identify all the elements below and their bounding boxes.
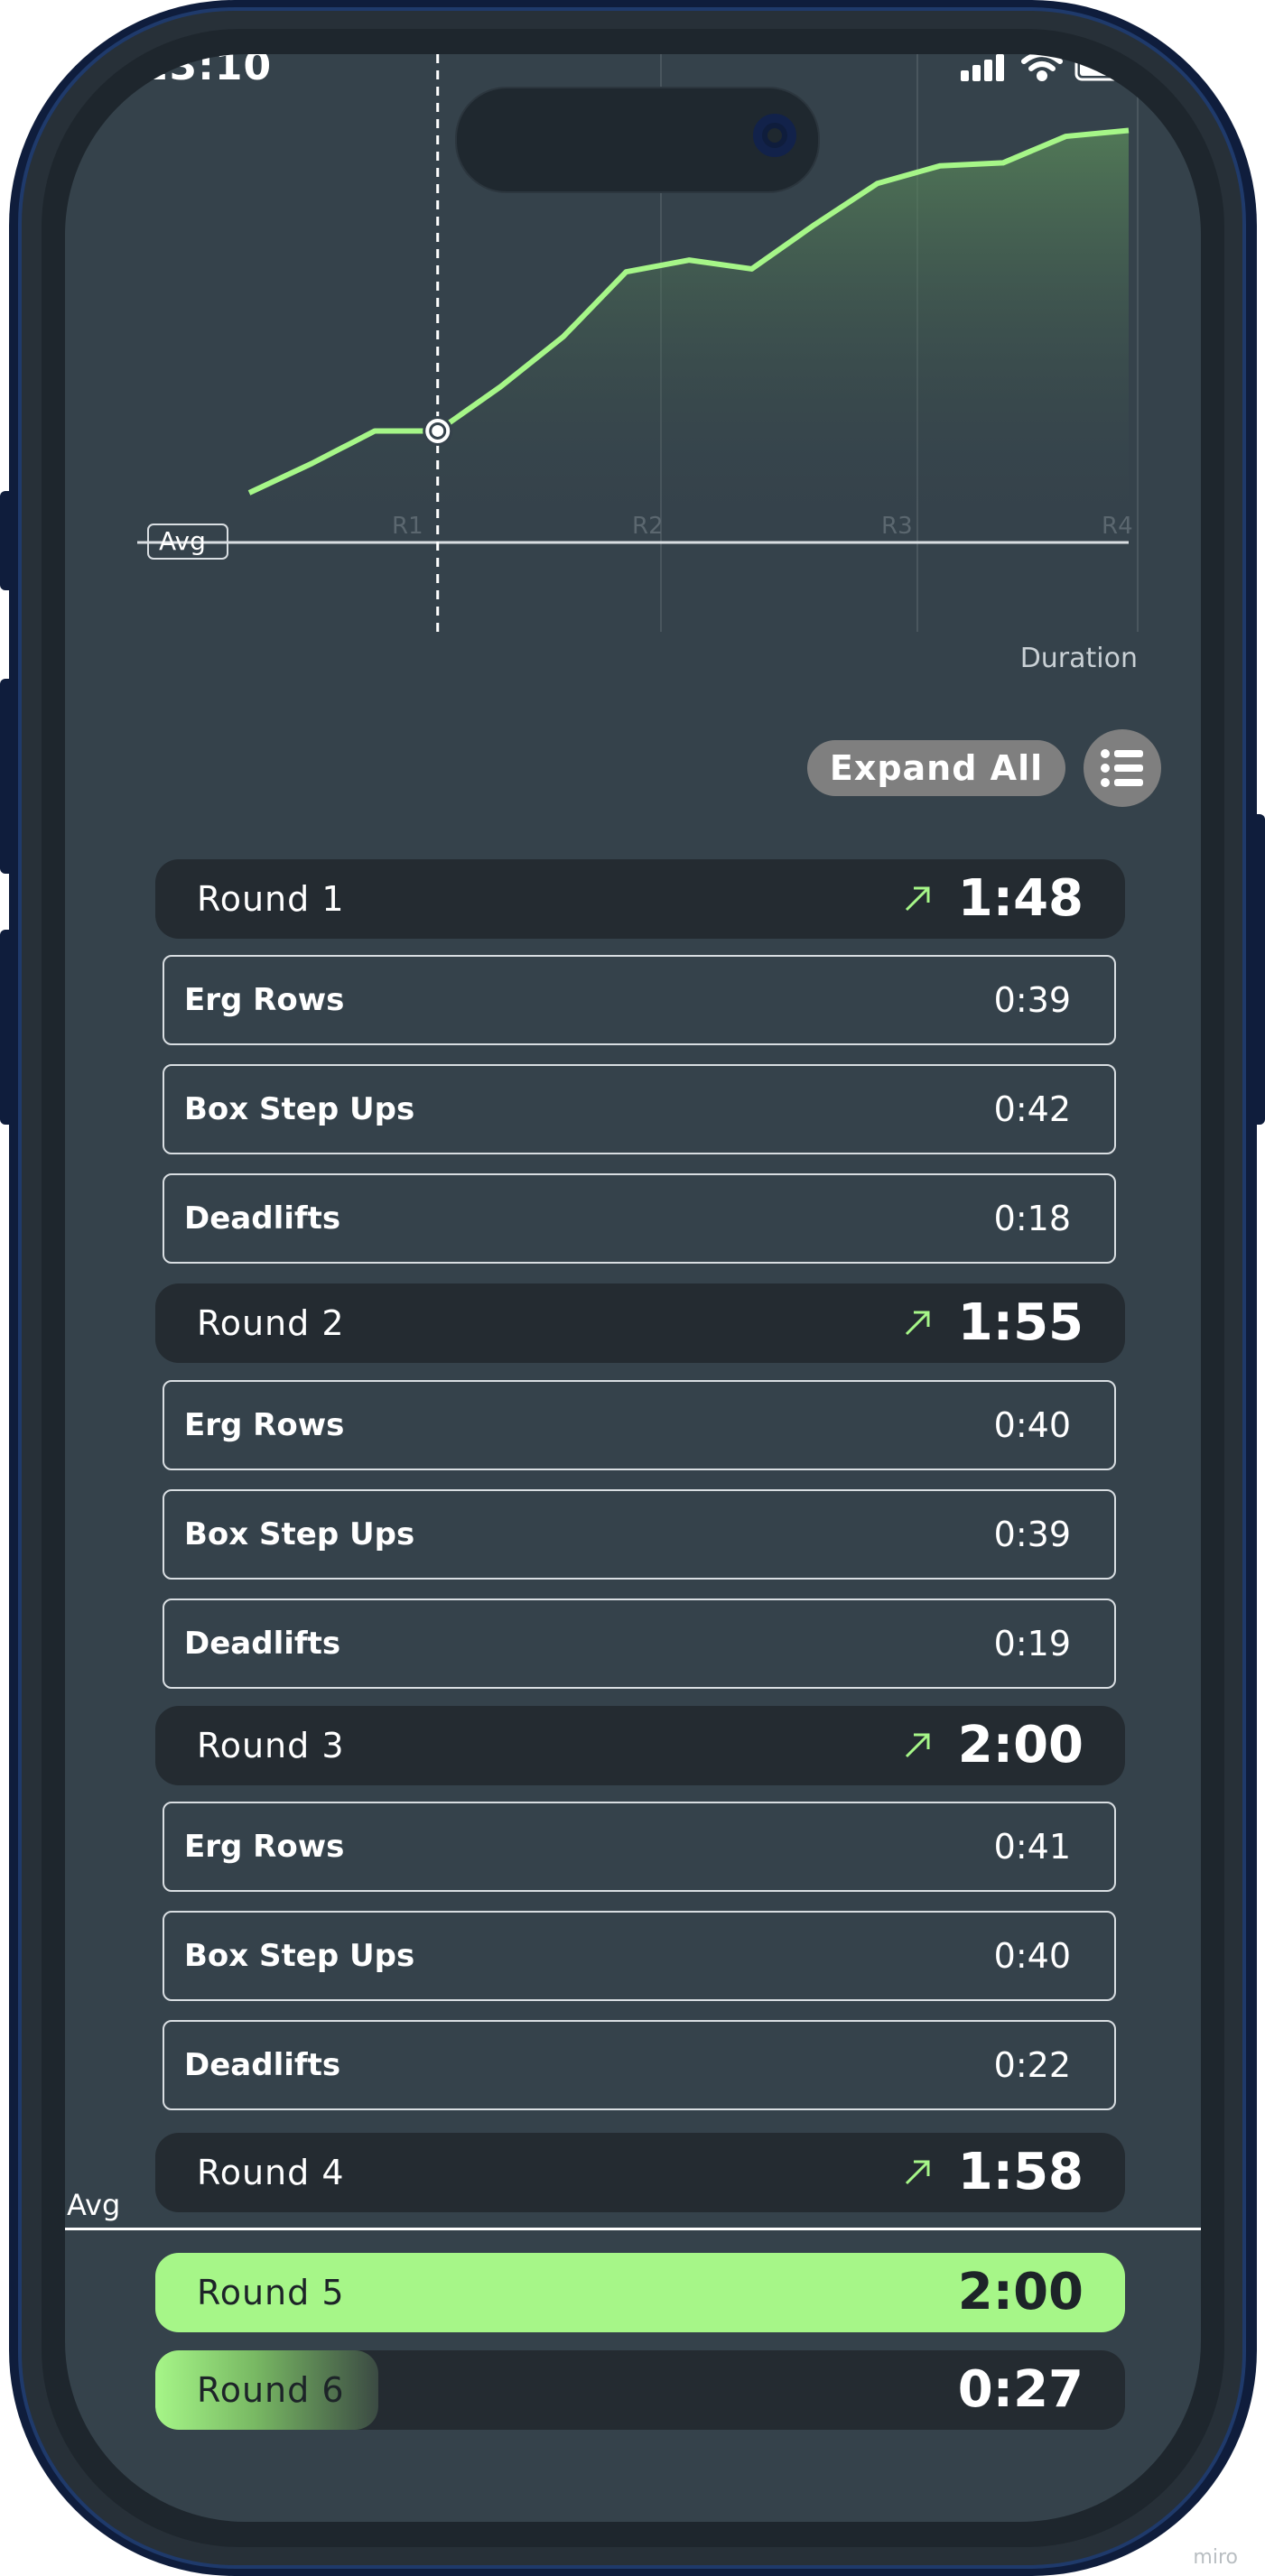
- x-tick-label: R4: [1102, 513, 1133, 540]
- round-time: 0:27: [957, 2360, 1084, 2419]
- exercise-time: 0:19: [993, 1624, 1071, 1663]
- round-4-header[interactable]: Round 4 1:58: [155, 2133, 1125, 2212]
- round-1-header[interactable]: Round 1 1:48: [155, 859, 1125, 939]
- exercise-time: 0:22: [993, 2045, 1071, 2085]
- exercise-name: Erg Rows: [184, 982, 345, 1018]
- round-label: Round 5: [197, 2273, 345, 2312]
- exercise-name: Box Step Ups: [184, 1516, 415, 1552]
- trend-up-arrow-icon: [905, 2160, 930, 2185]
- round-label: Round 6: [197, 2370, 345, 2410]
- exercise-name: Deadlifts: [184, 1626, 341, 1662]
- round-5-header[interactable]: Round 5 2:00: [155, 2253, 1125, 2332]
- status-icons: [961, 54, 1130, 81]
- round-time: 1:48: [957, 869, 1084, 928]
- app-screen: R1 R2 R3 R4 Avg 23:10 Duration Expand All: [65, 54, 1201, 2522]
- exercise-name: Box Step Ups: [184, 1938, 415, 1974]
- exercise-time: 0:39: [993, 980, 1071, 1020]
- status-time: 23:10: [141, 54, 273, 89]
- x-axis-label: Duration: [1019, 643, 1138, 674]
- exercise-row[interactable]: Erg Rows 0:41: [163, 1802, 1116, 1892]
- list-view-button[interactable]: [1084, 729, 1161, 807]
- front-camera: [753, 114, 796, 157]
- x-tick-label: R2: [632, 513, 664, 540]
- cellular-signal-icon: [961, 54, 1004, 81]
- exercise-time: 0:39: [993, 1515, 1071, 1554]
- exercise-name: Erg Rows: [184, 1407, 345, 1443]
- wifi-icon: [1021, 54, 1063, 81]
- exercise-name: Deadlifts: [184, 2047, 341, 2083]
- exercise-name: Box Step Ups: [184, 1091, 415, 1127]
- exercise-row[interactable]: Deadlifts 0:22: [163, 2020, 1116, 2110]
- exercise-time: 0:40: [993, 1405, 1071, 1445]
- round-label: Round 2: [197, 1303, 345, 1343]
- exercise-row[interactable]: Box Step Ups 0:42: [163, 1064, 1116, 1154]
- exercise-time: 0:18: [993, 1199, 1071, 1238]
- round-6-header[interactable]: Round 6 0:27: [155, 2350, 1125, 2430]
- exercise-row[interactable]: Deadlifts 0:18: [163, 1173, 1116, 1264]
- list-icon: [1101, 749, 1143, 787]
- trend-up-arrow-icon: [905, 1733, 930, 1758]
- round-3-header[interactable]: Round 3 2:00: [155, 1706, 1125, 1785]
- battery-icon: [1074, 54, 1130, 81]
- dynamic-island: [455, 87, 820, 193]
- x-tick-label: R3: [881, 513, 913, 540]
- exercise-row[interactable]: Box Step Ups 0:40: [163, 1911, 1116, 2001]
- expand-all-button[interactable]: Expand All: [807, 740, 1065, 796]
- exercise-time: 0:41: [993, 1827, 1071, 1867]
- exercise-name: Erg Rows: [184, 1829, 345, 1865]
- exercise-name: Deadlifts: [184, 1200, 341, 1237]
- round-2-header[interactable]: Round 2 1:55: [155, 1283, 1125, 1363]
- x-tick-label: R1: [392, 513, 423, 540]
- round-time: 2:00: [957, 1716, 1084, 1774]
- exercise-row[interactable]: Box Step Ups 0:39: [163, 1489, 1116, 1580]
- round-label: Round 1: [197, 879, 345, 919]
- exercise-time: 0:42: [993, 1089, 1071, 1129]
- round-label: Round 3: [197, 1726, 345, 1765]
- round-label: Round 4: [197, 2153, 345, 2192]
- round-time: 1:55: [957, 1293, 1084, 1352]
- trend-up-arrow-icon: [905, 886, 930, 912]
- round-time: 1:58: [957, 2143, 1084, 2201]
- avg-marker-label: Avg: [67, 2188, 121, 2222]
- trend-up-arrow-icon: [905, 1311, 930, 1336]
- avg-marker-line: [65, 2228, 1201, 2230]
- round-time: 2:00: [957, 2263, 1084, 2321]
- exercise-row[interactable]: Erg Rows 0:40: [163, 1380, 1116, 1470]
- miro-watermark: miro: [1193, 2546, 1238, 2569]
- exercise-row[interactable]: Erg Rows 0:39: [163, 955, 1116, 1045]
- exercise-time: 0:40: [993, 1936, 1071, 1976]
- chart-cursor-dot-center: [429, 422, 447, 440]
- avg-tag-label: Avg: [159, 526, 206, 556]
- exercise-row[interactable]: Deadlifts 0:19: [163, 1598, 1116, 1689]
